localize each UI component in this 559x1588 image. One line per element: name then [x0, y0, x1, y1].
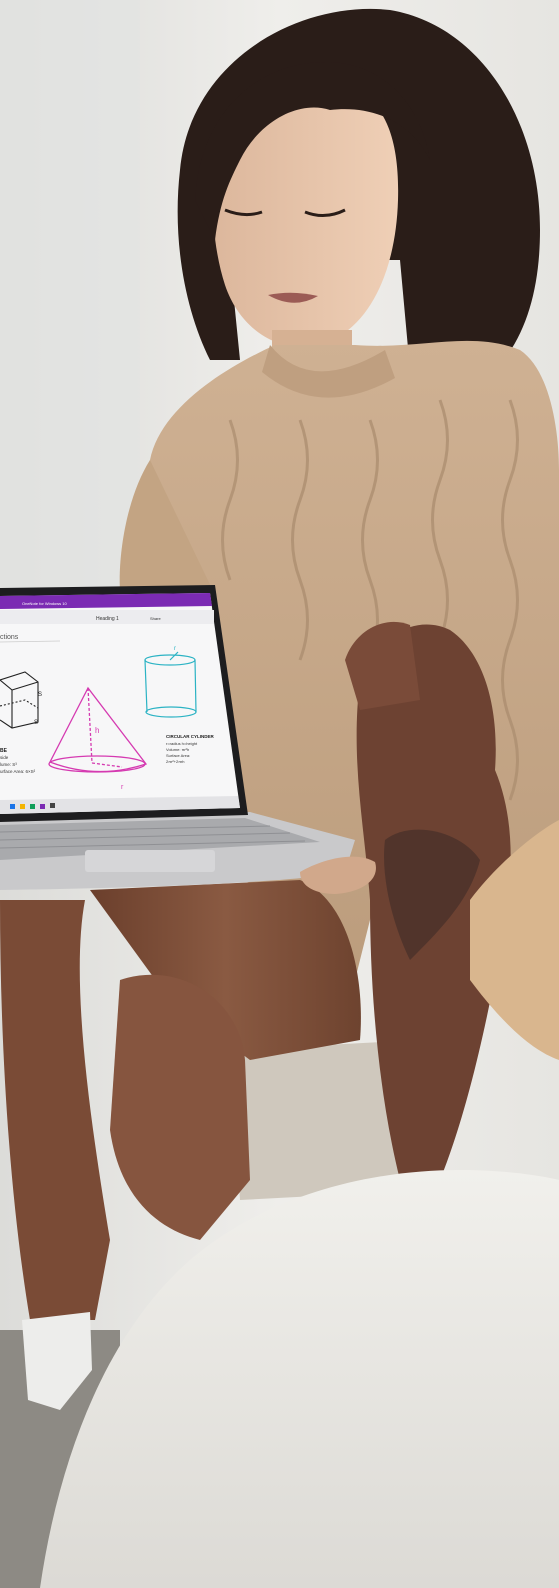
cylinder-caption-4: 2πr²+2πrh — [166, 759, 185, 764]
cube-caption-1: BE — [0, 748, 8, 754]
cube-label-s1: S — [38, 692, 42, 698]
laptop-screen — [0, 593, 240, 814]
screen-page-title: ctions — [0, 634, 19, 641]
laptop-touchpad — [85, 850, 215, 872]
cylinder-caption-1: r=radius h=height — [166, 741, 198, 746]
cylinder-radius-label: r — [174, 646, 176, 652]
cylinder-caption-3: Surface Area: — [166, 753, 190, 758]
photo-scene: OneNote for Windows 10 Heading 1 Share c… — [0, 0, 559, 1588]
screen-share-label: Share — [150, 616, 161, 621]
cube-caption-2: side — [0, 755, 9, 760]
cube-label-s2: S — [34, 720, 38, 726]
cube-caption-4: urface Area: 6×S² — [0, 769, 36, 774]
cube-caption-3: lume: S³ — [0, 762, 17, 767]
cone-height-label: h — [95, 726, 99, 735]
screen-window-title: OneNote for Windows 10 — [22, 601, 67, 606]
screen-heading-style: Heading 1 — [96, 616, 119, 622]
curtain — [0, 0, 140, 590]
cylinder-caption-2: Volume: πr²h — [166, 747, 189, 752]
cylinder-caption-title: CIRCULAR CYLINDER — [166, 734, 214, 739]
